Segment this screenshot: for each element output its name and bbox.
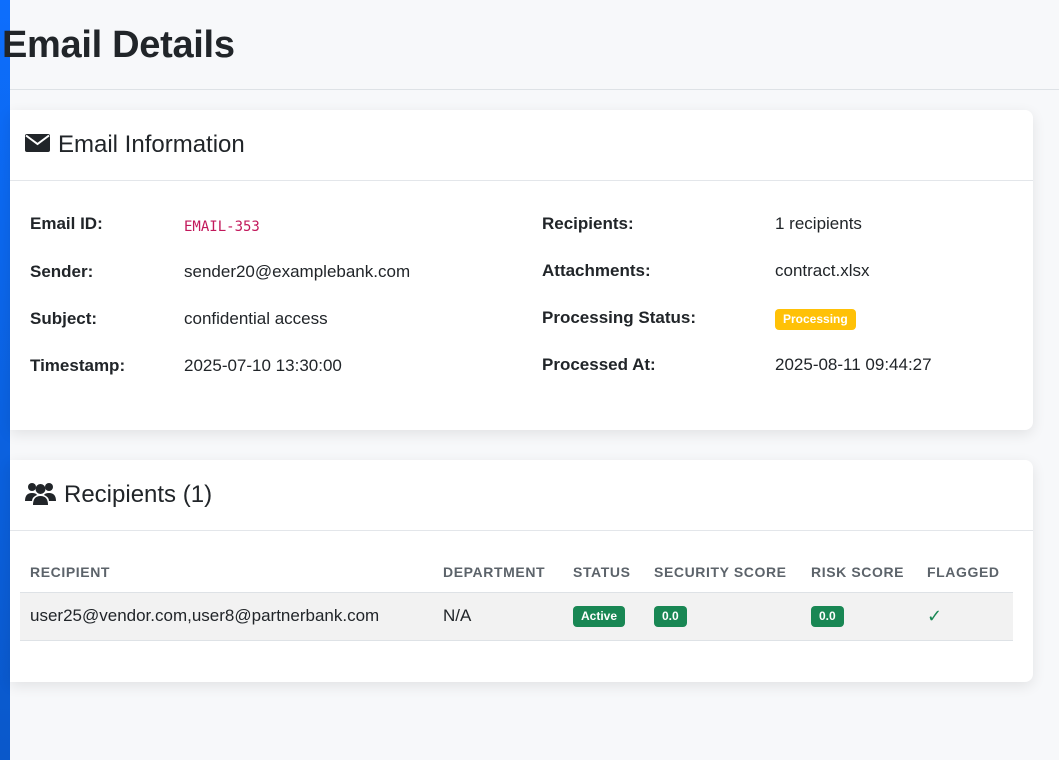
attachments-label: Attachments: <box>542 261 651 280</box>
sidebar-edge <box>0 0 10 760</box>
email-id-label: Email ID: <box>30 214 103 233</box>
recipients-card: Recipients (1) RECIPIENT DEPARTMENT STAT… <box>10 460 1033 682</box>
risk-score-cell: 0.0 <box>801 592 917 641</box>
recipients-count-value: 1 recipients <box>775 214 862 233</box>
processing-status-badge: Processing <box>775 309 856 331</box>
users-icon <box>25 481 56 510</box>
card-title: Email Information <box>58 131 245 158</box>
attachments-value: contract.xlsx <box>775 261 870 280</box>
risk-score-badge: 0.0 <box>811 605 844 628</box>
table-row[interactable]: user25@vendor.com,user8@partnerbank.com … <box>20 592 1013 641</box>
email-id-value: EMAIL-353 <box>184 216 260 236</box>
email-id-code: EMAIL-353 <box>184 219 260 235</box>
recipients-table: RECIPIENT DEPARTMENT STATUS SECURITY SCO… <box>20 552 1013 641</box>
timestamp-value: 2025-07-10 13:30:00 <box>184 356 342 375</box>
column-header-status[interactable]: STATUS <box>563 552 644 593</box>
recipients-count-label: Recipients: <box>542 214 634 233</box>
subject-label: Subject: <box>30 309 98 328</box>
column-header-recipient[interactable]: RECIPIENT <box>20 552 433 593</box>
column-header-department[interactable]: DEPARTMENT <box>433 552 563 593</box>
envelope-icon <box>25 133 50 158</box>
security-score-cell: 0.0 <box>644 592 801 641</box>
processing-status-label: Processing Status: <box>542 308 696 327</box>
table-header-row: RECIPIENT DEPARTMENT STATUS SECURITY SCO… <box>20 552 1013 593</box>
processing-status-value: Processing <box>775 308 856 331</box>
timestamp-label: Timestamp: <box>30 356 126 375</box>
status-badge: Active <box>573 605 626 628</box>
card-title: Recipients (1) <box>64 481 213 508</box>
flagged-cell: ✓ <box>917 592 1013 641</box>
page-header: Email Details <box>2 0 1059 90</box>
recipient-cell: user25@vendor.com,user8@partnerbank.com <box>20 592 433 641</box>
department-cell: N/A <box>433 592 563 641</box>
page-title: Email Details <box>2 24 235 66</box>
processed-at-label: Processed At: <box>542 355 656 374</box>
security-score-badge: 0.0 <box>654 605 687 628</box>
processed-at-value: 2025-08-11 09:44:27 <box>775 355 932 374</box>
status-cell: Active <box>563 592 644 641</box>
card-header: Recipients (1) <box>10 460 1033 531</box>
sender-label: Sender: <box>30 262 94 281</box>
column-header-security-score[interactable]: SECURITY SCORE <box>644 552 801 593</box>
check-icon: ✓ <box>927 605 943 626</box>
card-header: Email Information <box>10 110 1033 181</box>
column-header-risk-score[interactable]: RISK SCORE <box>801 552 917 593</box>
email-information-card: Email Information Email ID: EMAIL-353 Se… <box>10 110 1033 430</box>
column-header-flagged[interactable]: FLAGGED <box>917 552 1013 593</box>
subject-value: confidential access <box>184 309 328 328</box>
sender-value: sender20@examplebank.com <box>184 262 411 281</box>
